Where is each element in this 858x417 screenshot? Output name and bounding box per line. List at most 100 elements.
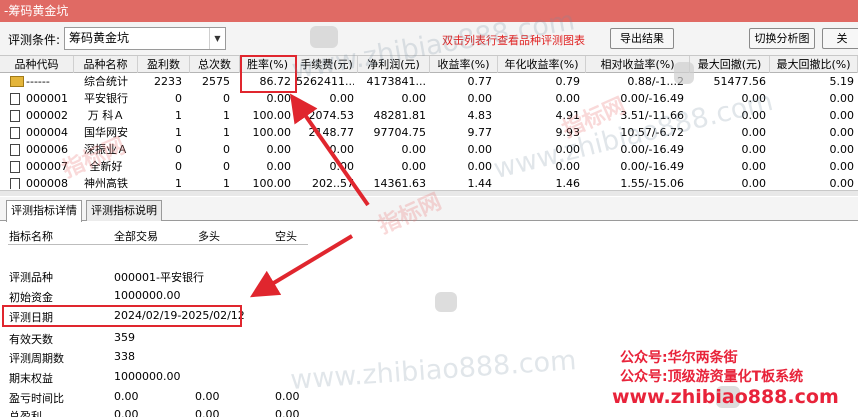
- cell-winrate: 100.00: [252, 177, 292, 189]
- cell-code: 000004: [26, 126, 68, 139]
- cell-return: 0.00: [467, 160, 493, 173]
- col-fee[interactable]: 手续费(元): [296, 56, 358, 73]
- promo-line-2: 公众号:顶级游资量化T板系统: [620, 369, 804, 385]
- cell-code: 000008: [26, 177, 68, 189]
- col-maxddpct[interactable]: 最大回撤比(%): [770, 56, 858, 73]
- detail-header: 指标名称 全部交易 多头 空头: [0, 224, 858, 246]
- col-code[interactable]: 品种代码: [0, 56, 74, 73]
- detail-col-short: 空头: [275, 230, 297, 243]
- export-button[interactable]: 导出结果: [610, 28, 674, 49]
- cell-profit: 14361.63: [373, 177, 427, 189]
- condition-label: 评测条件:: [8, 33, 61, 47]
- detail-value: 359: [114, 331, 135, 344]
- cell-maxddpct: 0.00: [829, 143, 855, 156]
- tab-indicator-description[interactable]: 评测指标说明: [86, 200, 162, 221]
- divider: [8, 244, 308, 245]
- detail-key: 初始资金: [9, 291, 53, 304]
- table-row[interactable]: 000008 神州高铁 1 1 100.00 202..57 14361.63 1.44 1.4…: [0, 175, 858, 189]
- cell-return: 0.77: [467, 75, 493, 88]
- col-annual[interactable]: 年化收益率(%): [498, 56, 586, 73]
- cell-code: 000006: [26, 143, 68, 156]
- cell-relative: 0.00/-16.49: [620, 160, 684, 173]
- table-row[interactable]: 000006 深振业Ａ 0 0 0.00 0.00 0.00 0.00 0.00 0.00/-16…: [0, 141, 858, 158]
- cell-wins: 2233: [154, 75, 182, 88]
- detail-key: 有效天数: [9, 333, 53, 346]
- cell-annual: 4.91: [555, 109, 581, 122]
- detail-key: 期末权益: [9, 372, 53, 385]
- col-return[interactable]: 收益率(%): [430, 56, 498, 73]
- cell-total: 0: [223, 143, 230, 156]
- detail-key: 盈亏时间比: [9, 392, 64, 405]
- col-maxdd[interactable]: 最大回撤(元): [690, 56, 770, 73]
- cell-fee: 2148.77: [308, 126, 355, 139]
- cell-name: 全新好: [89, 160, 123, 173]
- cell-annual: 9.93: [555, 126, 581, 139]
- close-button[interactable]: 关: [822, 28, 858, 49]
- detail-col-name: 指标名称: [9, 230, 53, 243]
- table-row[interactable]: 000007 全新好 0 0 0.00 0.00 0.00 0.00 0.00 0.00/-16.…: [0, 158, 858, 175]
- blur-mask: [674, 62, 694, 84]
- cell-maxdd: 0.00: [741, 92, 767, 105]
- date-highlight-box: [2, 305, 242, 327]
- cell-maxddpct: 0.00: [829, 160, 855, 173]
- cell-return: 1.44: [467, 177, 493, 189]
- detail-key: 评测周期数: [9, 352, 64, 365]
- document-icon: [10, 144, 20, 156]
- condition-select[interactable]: 筹码黄金坑 ▼: [64, 27, 226, 50]
- cell-annual: 1.46: [555, 177, 581, 189]
- cell-fee: 0.00: [329, 143, 355, 156]
- col-profit[interactable]: 净利润(元): [358, 56, 430, 73]
- cell-winrate: 0.00: [266, 160, 292, 173]
- col-total[interactable]: 总次数: [190, 56, 240, 73]
- detail-value: 338: [114, 350, 135, 363]
- promo-line-3: www.zhibiao888.com: [612, 386, 839, 408]
- detail-row: 初始资金 1000000.00: [0, 287, 858, 305]
- table-row[interactable]: 000001 平安银行 0 0 0.00 0.00 0.00 0.00 0.00 0.00/-16…: [0, 90, 858, 107]
- cell-maxddpct: 0.00: [829, 177, 855, 189]
- cell-relative: 10.57/-6.72: [620, 126, 684, 139]
- cell-name: 平安银行: [84, 92, 128, 105]
- table-row[interactable]: 000002 万 科Ａ 1 1 100.00 2074.53 48281.81 4.83 4.9…: [0, 107, 858, 124]
- col-name[interactable]: 品种名称: [74, 56, 138, 73]
- cell-maxddpct: 0.00: [829, 92, 855, 105]
- table-row[interactable]: 000004 国华网安 1 1 100.00 2148.77 97704.75 9.77 9.9…: [0, 124, 858, 141]
- cell-relative: 0.00/-16.49: [620, 92, 684, 105]
- cell-relative: 0.00/-16.49: [620, 143, 684, 156]
- cell-wins: 0: [175, 92, 182, 105]
- cell-annual: 0.00: [555, 143, 581, 156]
- table-row[interactable]: ------ 综合统计 2233 2575 86.72 5262411.... 417384…: [0, 73, 858, 90]
- cell-code: 000001: [26, 92, 68, 105]
- detail-value: 1000000.00: [114, 370, 181, 383]
- horizontal-scrollbar[interactable]: [0, 190, 858, 196]
- cell-fee: 0.00: [329, 92, 355, 105]
- winrate-highlight-box: [240, 55, 297, 93]
- cell-name: 国华网安: [84, 126, 128, 139]
- detail-value-long: 0.00: [195, 408, 220, 417]
- cell-return: 0.00: [467, 92, 493, 105]
- cell-fee: 0.00: [329, 160, 355, 173]
- window-title: -筹码黄金坑: [0, 0, 858, 22]
- tab-indicator-details[interactable]: 评测指标详情: [6, 200, 82, 222]
- switch-chart-button[interactable]: 切换分析图: [749, 28, 815, 49]
- results-grid: ------ 综合统计 2233 2575 86.72 5262411.... 417384…: [0, 73, 858, 189]
- document-icon: [10, 178, 20, 189]
- folder-icon: [10, 76, 24, 87]
- detail-value: 0.00: [114, 390, 139, 403]
- chevron-down-icon[interactable]: ▼: [209, 28, 225, 49]
- cell-maxdd: 0.00: [741, 160, 767, 173]
- cell-maxddpct: 0.00: [829, 126, 855, 139]
- cell-return: 0.00: [467, 143, 493, 156]
- cell-annual: 0.00: [555, 160, 581, 173]
- cell-winrate: 0.00: [266, 143, 292, 156]
- cell-name: 万 科Ａ: [87, 109, 125, 122]
- document-icon: [10, 110, 20, 122]
- detail-value-short: 0.00: [275, 408, 300, 417]
- cell-wins: 1: [175, 177, 182, 189]
- cell-maxdd: 51477.56: [713, 75, 767, 88]
- cell-return: 9.77: [467, 126, 493, 139]
- cell-maxdd: 0.00: [741, 143, 767, 156]
- col-wins[interactable]: 盈利数: [138, 56, 190, 73]
- cell-total: 2575: [202, 75, 230, 88]
- detail-row: 有效天数 359: [0, 329, 858, 347]
- cell-fee: 2074.53: [308, 109, 355, 122]
